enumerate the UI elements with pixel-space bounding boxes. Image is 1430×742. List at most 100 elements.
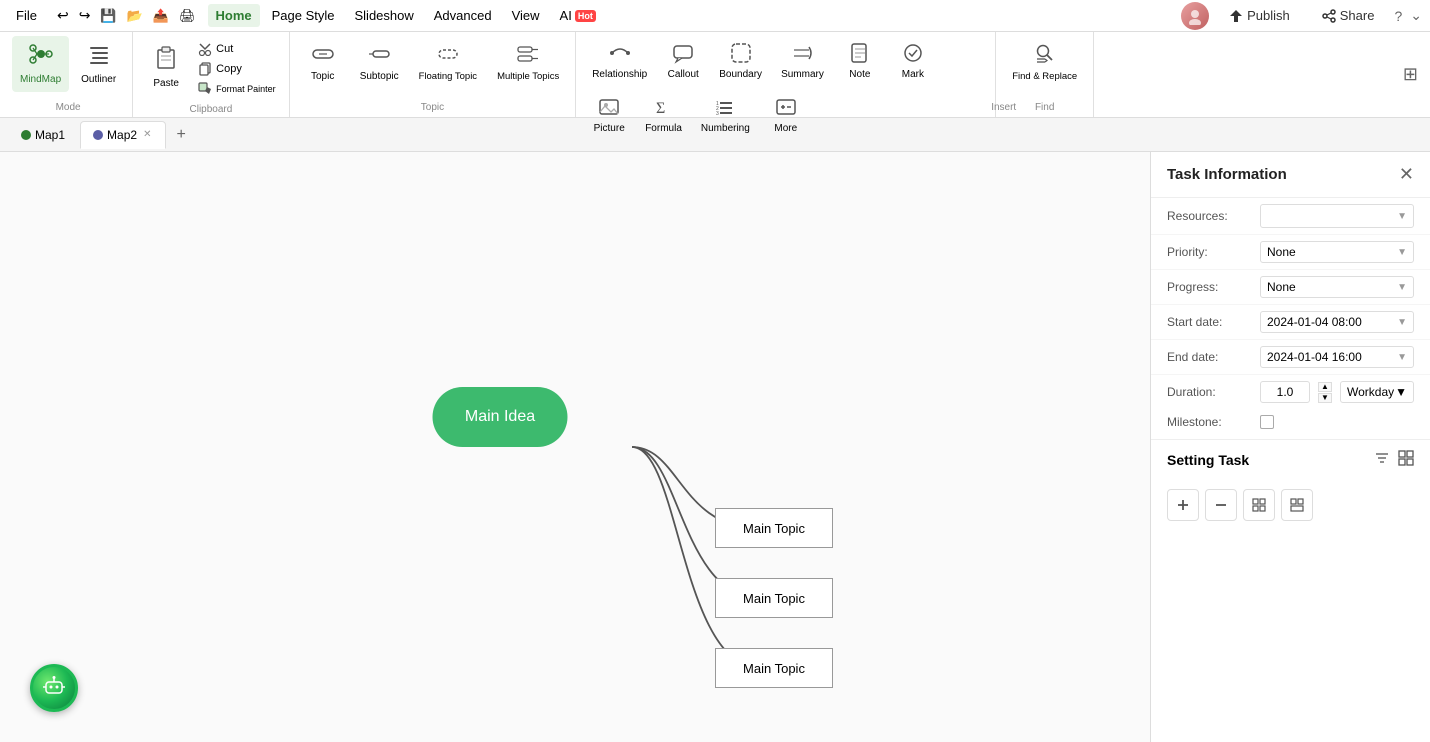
svg-text:Σ: Σ [656,100,665,117]
end-date-input[interactable]: 2024-01-04 16:00 ▼ [1260,346,1414,368]
tab-add-button[interactable]: + [168,122,193,148]
setting-task-grid-icon[interactable] [1398,450,1414,469]
ribbon-group-clipboard: Paste Cut Copy Format Painter Clipboard [133,32,290,117]
settings-button[interactable]: ⌄ [1410,7,1422,24]
publish-icon [1229,9,1243,23]
duration-stepper: ▲ ▼ [1318,382,1332,403]
end-date-label: End date: [1167,350,1252,364]
save-button[interactable]: 💾 [96,6,120,26]
task-grid-view-button[interactable] [1243,489,1275,521]
tab-map2-close[interactable]: ✕ [141,128,153,141]
resources-input[interactable]: ▼ [1260,204,1414,228]
note-button[interactable]: Note [835,36,885,87]
user-avatar[interactable] [1181,2,1209,30]
more-button[interactable]: More [761,90,811,141]
menu-file[interactable]: File [8,4,45,27]
task-list-view-icon [1290,498,1304,512]
tab-map2[interactable]: Map2 ✕ [80,121,166,149]
side-panel: Task Information ✕ Resources: ▼ Priority… [1150,152,1430,742]
summary-button[interactable]: Summary [773,36,832,87]
share-button[interactable]: Share [1310,4,1387,27]
tab-map1[interactable]: Map1 [8,121,78,149]
milestone-checkbox[interactable] [1260,415,1274,429]
multiple-topics-icon [516,42,540,69]
setting-task-filter-icon[interactable] [1374,450,1390,469]
duration-input[interactable] [1260,381,1310,403]
cut-button[interactable]: Cut [193,40,281,58]
redo-button[interactable]: ↪ [75,5,95,26]
find-replace-button[interactable]: Find & Replace [1004,36,1085,88]
formula-button[interactable]: Σ Formula [637,90,690,141]
copy-button[interactable]: Copy [193,60,281,78]
mark-icon [902,42,924,67]
mark-button[interactable]: Mark [888,36,938,87]
numbering-icon: 123 [714,96,736,121]
print-button[interactable]: 🖨 [175,6,200,26]
numbering-button[interactable]: 123 Numbering [693,90,758,141]
canvas[interactable]: Main Idea Main Topic Main Topic Main Top… [0,152,1150,742]
milestone-label: Milestone: [1167,415,1252,429]
menu-slideshow[interactable]: Slideshow [347,4,422,27]
format-painter-button[interactable]: Format Painter [193,80,281,98]
end-date-row: End date: 2024-01-04 16:00 ▼ [1151,340,1430,375]
floating-topic-button[interactable]: Floating Topic [411,36,485,89]
task-list-view-button[interactable] [1281,489,1313,521]
picture-button[interactable]: Picture [584,90,634,141]
callout-icon [672,42,694,67]
mindmap-button[interactable]: MindMap [12,36,69,92]
publish-button[interactable]: Publish [1217,4,1302,27]
paste-icon [153,42,179,76]
mode-label: Mode [56,100,81,113]
outliner-icon [87,42,111,72]
mindmap-icon [29,42,53,72]
topic-node-2[interactable]: Main Topic [715,578,833,618]
find-label: Find [1035,100,1054,113]
progress-select[interactable]: None ▼ [1260,276,1414,298]
priority-select[interactable]: None ▼ [1260,241,1414,263]
multiple-topics-button[interactable]: Multiple Topics [489,36,567,89]
milestone-row: Milestone: [1151,409,1430,435]
subtopic-button[interactable]: Subtopic [352,36,407,89]
duration-up[interactable]: ▲ [1318,382,1332,392]
bot-button[interactable] [30,664,78,712]
menu-ai[interactable]: AI Hot [552,4,604,27]
priority-arrow: ▼ [1397,247,1407,258]
task-buttons-row [1151,479,1430,531]
topic-button[interactable]: Topic [298,36,348,89]
start-date-label: Start date: [1167,315,1252,329]
boundary-button[interactable]: Boundary [711,36,770,87]
duration-row: Duration: ▲ ▼ Workday ▼ [1151,375,1430,409]
menu-page-style[interactable]: Page Style [264,4,343,27]
menu-view[interactable]: View [504,4,548,27]
hot-badge: Hot [575,10,596,22]
setting-task-label: Setting Task [1167,452,1249,468]
avatar-icon [1186,7,1204,25]
undo-button[interactable]: ↩ [53,5,73,26]
priority-row: Priority: None ▼ [1151,235,1430,270]
help-button[interactable]: ? [1394,8,1402,24]
task-remove-button[interactable] [1205,489,1237,521]
bot-icon [43,674,65,702]
callout-button[interactable]: Callout [658,36,708,87]
workday-select[interactable]: Workday ▼ [1340,381,1414,403]
picture-icon [598,96,620,121]
export-button[interactable]: 📤 [149,6,173,26]
topic-node-3[interactable]: Main Topic [715,648,833,688]
menu-bar: File ↩ ↪ 💾 📂 📤 🖨 Home Page Style Slidesh… [0,0,1430,32]
topic-node-1[interactable]: Main Topic [715,508,833,548]
menu-advanced[interactable]: Advanced [426,4,500,27]
central-node[interactable]: Main Idea [433,387,568,447]
menu-home[interactable]: Home [208,4,260,27]
open-button[interactable]: 📂 [123,6,147,26]
panel-close-button[interactable]: ✕ [1399,164,1414,185]
outliner-button[interactable]: Outliner [73,36,124,92]
paste-button[interactable]: Paste [141,36,191,94]
panel-toggle-button[interactable]: ⊞ [1403,64,1418,85]
relationship-button[interactable]: Relationship [584,36,655,87]
ribbon-group-topic: Topic Subtopic Floating Topic Multiple T… [290,32,577,117]
duration-down[interactable]: ▼ [1318,393,1332,403]
tab-map2-indicator [93,130,103,140]
task-add-button[interactable] [1167,489,1199,521]
setting-task-header: Setting Task [1151,439,1430,479]
start-date-input[interactable]: 2024-01-04 08:00 ▼ [1260,311,1414,333]
